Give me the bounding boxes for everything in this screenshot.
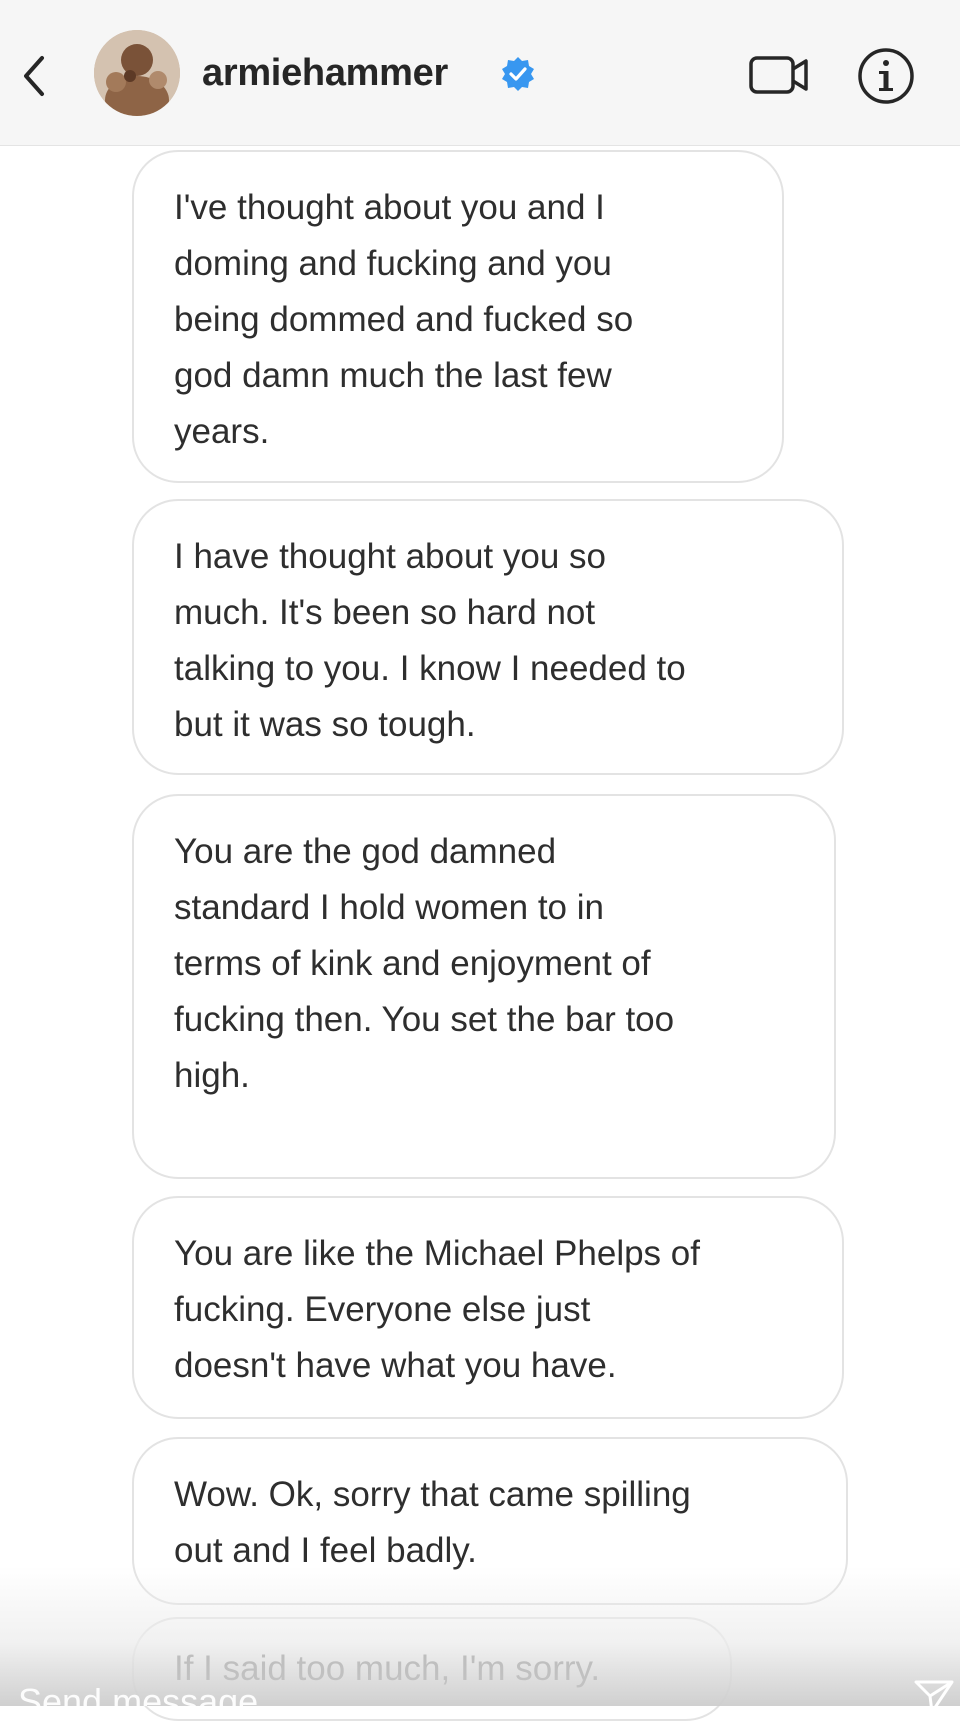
message-composer xyxy=(0,1672,960,1706)
message-bubble[interactable]: Wow. Ok, sorry that came spilling out an… xyxy=(132,1437,848,1605)
avatar[interactable] xyxy=(94,30,180,116)
info-icon[interactable] xyxy=(856,46,916,106)
back-chevron-icon[interactable] xyxy=(14,48,54,104)
send-icon[interactable] xyxy=(912,1674,956,1706)
send-message-input[interactable] xyxy=(18,1672,898,1706)
message-bubble[interactable]: I've thought about you and I doming and … xyxy=(132,150,784,483)
video-camera-icon[interactable] xyxy=(748,52,812,98)
message-bubble[interactable]: You are like the Michael Phelps of fucki… xyxy=(132,1196,844,1419)
message-bubble[interactable]: You are the god damned standard I hold w… xyxy=(132,794,836,1179)
chat-header: armiehammer xyxy=(0,0,960,146)
message-thread: I've thought about you and I doming and … xyxy=(0,145,960,1721)
username[interactable]: armiehammer xyxy=(202,52,448,95)
message-bubble[interactable]: I have thought about you so much. It's b… xyxy=(132,499,844,775)
verified-badge-icon xyxy=(500,56,536,92)
